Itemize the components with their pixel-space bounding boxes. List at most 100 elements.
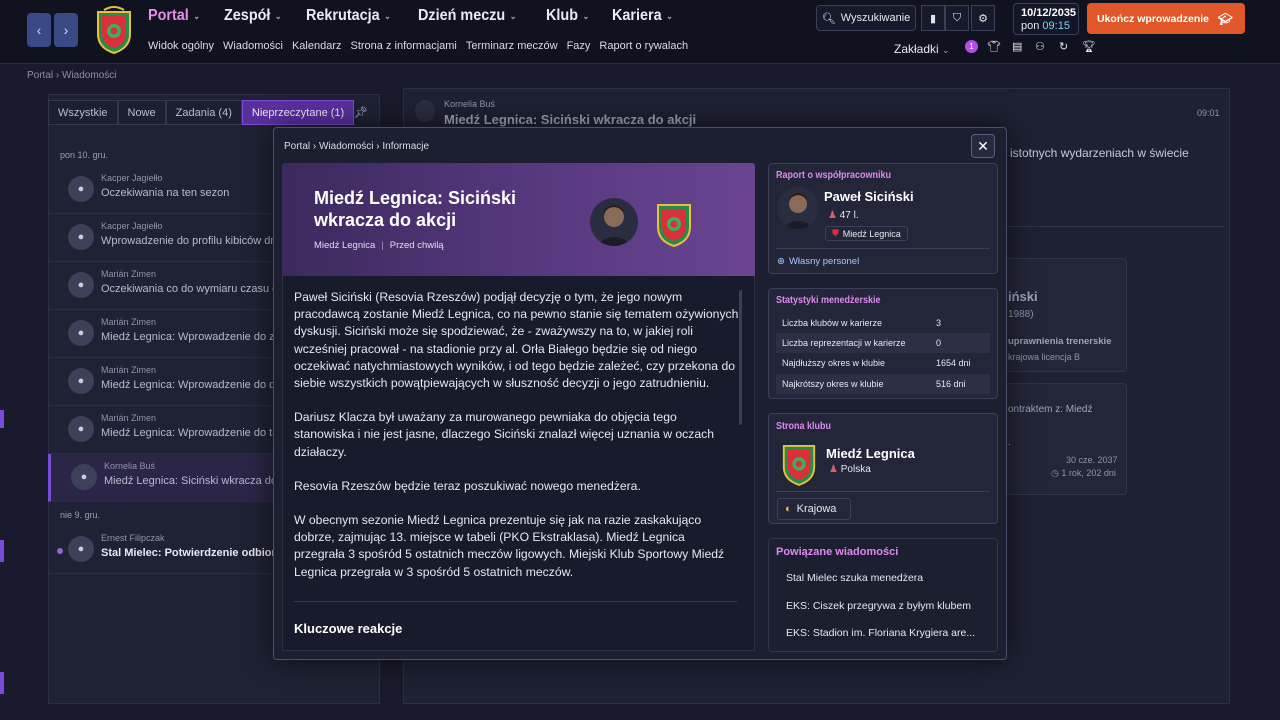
chevron-down-icon: ⌄	[510, 10, 517, 21]
bookmark-icon: ▮	[929, 12, 937, 25]
flag-icon: ♟	[828, 210, 837, 221]
article-text: Paweł Siciński (Resovia Rzeszów) podjął …	[294, 290, 739, 579]
modal-breadcrumb: Portal › Wiadomości › Informacje	[284, 141, 430, 152]
menu-portal[interactable]: Portal ⌄	[148, 7, 200, 25]
avatar: ●	[68, 368, 94, 394]
search-icon: 🔍︎	[821, 12, 836, 25]
day-header: nie 9. gru.	[60, 510, 101, 520]
pin-icon[interactable]: 📌︎	[354, 106, 368, 119]
date-text: 10/12/2035	[1021, 7, 1077, 19]
shield-icon: ⛉	[952, 11, 962, 24]
close-icon: ✕	[977, 137, 989, 154]
menu-team[interactable]: Zespół ⌄	[224, 7, 282, 25]
chevron-down-icon: ⌄	[274, 10, 282, 21]
day-text: pon	[1021, 20, 1040, 32]
related-news-item[interactable]: Stal Mielec szuka menedżera	[786, 572, 923, 584]
chevron-down-icon: ⌄	[582, 10, 590, 21]
flag-icon: ♟	[829, 464, 838, 475]
submenu-inbox[interactable]: Wiadomości	[223, 40, 283, 52]
avatar: ●	[71, 464, 97, 490]
notification-badge[interactable]: 1	[965, 40, 978, 53]
bookmarks-dropdown[interactable]: Zakładki ⌄	[894, 42, 950, 56]
edge-accent	[0, 540, 4, 562]
game-date[interactable]: 10/12/2035 pon 09:15	[1013, 3, 1079, 35]
reading-body: istotnych wydarzeniach w świecie	[1010, 146, 1189, 160]
manager-avatar[interactable]	[777, 187, 819, 229]
avatar: ●	[68, 320, 94, 346]
chevron-down-icon: ⌄	[384, 10, 391, 21]
time-text: 09:15	[1042, 20, 1070, 32]
divider	[294, 601, 737, 602]
edge-accent	[0, 672, 4, 694]
edge-accent	[0, 410, 4, 428]
shield-button[interactable]: ⛉	[945, 5, 969, 31]
filter-new[interactable]: Nowe	[117, 100, 166, 125]
table-row: Najdłuższy okres w klubie 1654 dni	[782, 358, 971, 368]
menu-matchday[interactable]: Dzień meczu ⌄	[418, 7, 517, 25]
document-icon[interactable]: ▤	[1012, 40, 1022, 53]
submenu-news[interactable]: Strona z informacjami	[351, 40, 457, 52]
filter-tasks[interactable]: Zadania (4)	[165, 100, 242, 125]
search-button[interactable]: 🔍︎ Wyszukiwanie	[816, 5, 916, 31]
forward-button[interactable]: ›	[54, 13, 78, 47]
finish-intro-button[interactable]: Ukończ wprowadzenie 🎓︎	[1087, 3, 1245, 34]
related-news-item[interactable]: EKS: Stadion im. Floriana Krygiera are..…	[786, 627, 975, 639]
shirt-icon[interactable]: 👕︎	[987, 40, 1001, 53]
club-crest-logo[interactable]	[94, 6, 134, 54]
back-button[interactable]: ‹	[27, 13, 51, 47]
close-button[interactable]: ✕	[971, 134, 995, 158]
club-nation: ♟ Polska	[829, 464, 871, 475]
club-badge-icon: ⛊	[832, 228, 839, 238]
related-news-item[interactable]: EKS: Ciszek przegrywa z byłym klubem	[786, 600, 971, 612]
submenu-phases[interactable]: Fazy	[567, 40, 591, 52]
chevron-right-icon: ›	[63, 22, 69, 38]
refresh-icon[interactable]: ↻	[1059, 40, 1068, 53]
person-name[interactable]: Paweł Siciński	[824, 189, 914, 204]
chevron-down-icon: ⌄	[193, 10, 201, 21]
sub-menu: Widok ogólny Wiadomości Kalendarz Strona…	[148, 40, 688, 52]
sender-avatar	[415, 100, 435, 122]
club-crest-logo[interactable]	[654, 199, 694, 247]
chevron-down-icon: ⌄	[942, 45, 950, 55]
settings-button[interactable]: ⚙	[971, 5, 995, 31]
gear-icon: ⚙	[978, 12, 988, 25]
filter-all[interactable]: Wszystkie	[48, 100, 118, 125]
divider	[776, 491, 990, 492]
reputation-tag[interactable]: ◐ Krajowa	[777, 498, 851, 520]
unread-dot	[57, 548, 63, 554]
filter-unread[interactable]: Nieprzeczytane (1)	[241, 100, 355, 125]
avatar: ●	[68, 224, 94, 250]
submenu-overview[interactable]: Widok ogólny	[148, 40, 214, 52]
bookmark-button[interactable]: ▮	[921, 5, 945, 31]
submenu-fixtures[interactable]: Terminarz meczów	[466, 40, 558, 52]
reading-time: 09:01	[1197, 108, 1220, 118]
manager-portrait[interactable]	[590, 198, 638, 246]
article-title: Miedź Legnica: Siciński wkracza do akcji	[314, 188, 517, 230]
table-row: Liczba reprezentacji w karierze 0	[776, 333, 990, 353]
article-meta: Miedź Legnica | Przed chwilą	[314, 240, 444, 251]
submenu-rival-report[interactable]: Raport o rywalach	[599, 40, 688, 52]
trophy-icon[interactable]: 🏆︎	[1082, 40, 1096, 53]
club-crest-logo[interactable]	[780, 440, 818, 486]
inbox-filters: Wszystkie Nowe Zadania (4) Nieprzeczytan…	[48, 100, 355, 125]
section-heading: Kluczowe reakcje	[294, 621, 403, 636]
reading-subject: Miedź Legnica: Siciński wkracza do akcji	[444, 112, 697, 127]
menu-club[interactable]: Klub ⌄	[546, 7, 589, 25]
table-row: Najkrótszy okres w klubie 516 dni	[776, 374, 990, 394]
avatar: ●	[68, 536, 94, 562]
chevron-left-icon: ‹	[36, 22, 42, 38]
table-row: Liczba klubów w karierze 3	[782, 318, 942, 328]
breadcrumb: Portal › Wiadomości	[27, 70, 117, 81]
main-menu: Portal ⌄ Zespół ⌄ Rekrutacja ⌄ Dzień meczu ⌄…	[148, 7, 680, 25]
people-icon[interactable]: ⚇	[1035, 40, 1045, 53]
menu-recruitment[interactable]: Rekrutacja ⌄	[306, 7, 391, 25]
own-staff-link[interactable]: ⊕ Własny personel	[777, 256, 859, 267]
club-name[interactable]: Miedź Legnica	[826, 446, 915, 461]
duration: ◷ 1 rok, 202 dni	[1051, 468, 1116, 478]
chevron-down-icon: ⌄	[666, 10, 673, 21]
menu-career[interactable]: Kariera ⌄	[612, 7, 673, 25]
person-club[interactable]: ⛊ Miedź Legnica	[825, 226, 908, 241]
scrollbar[interactable]	[739, 290, 742, 425]
submenu-calendar[interactable]: Kalendarz	[292, 40, 342, 52]
divider	[776, 248, 990, 249]
